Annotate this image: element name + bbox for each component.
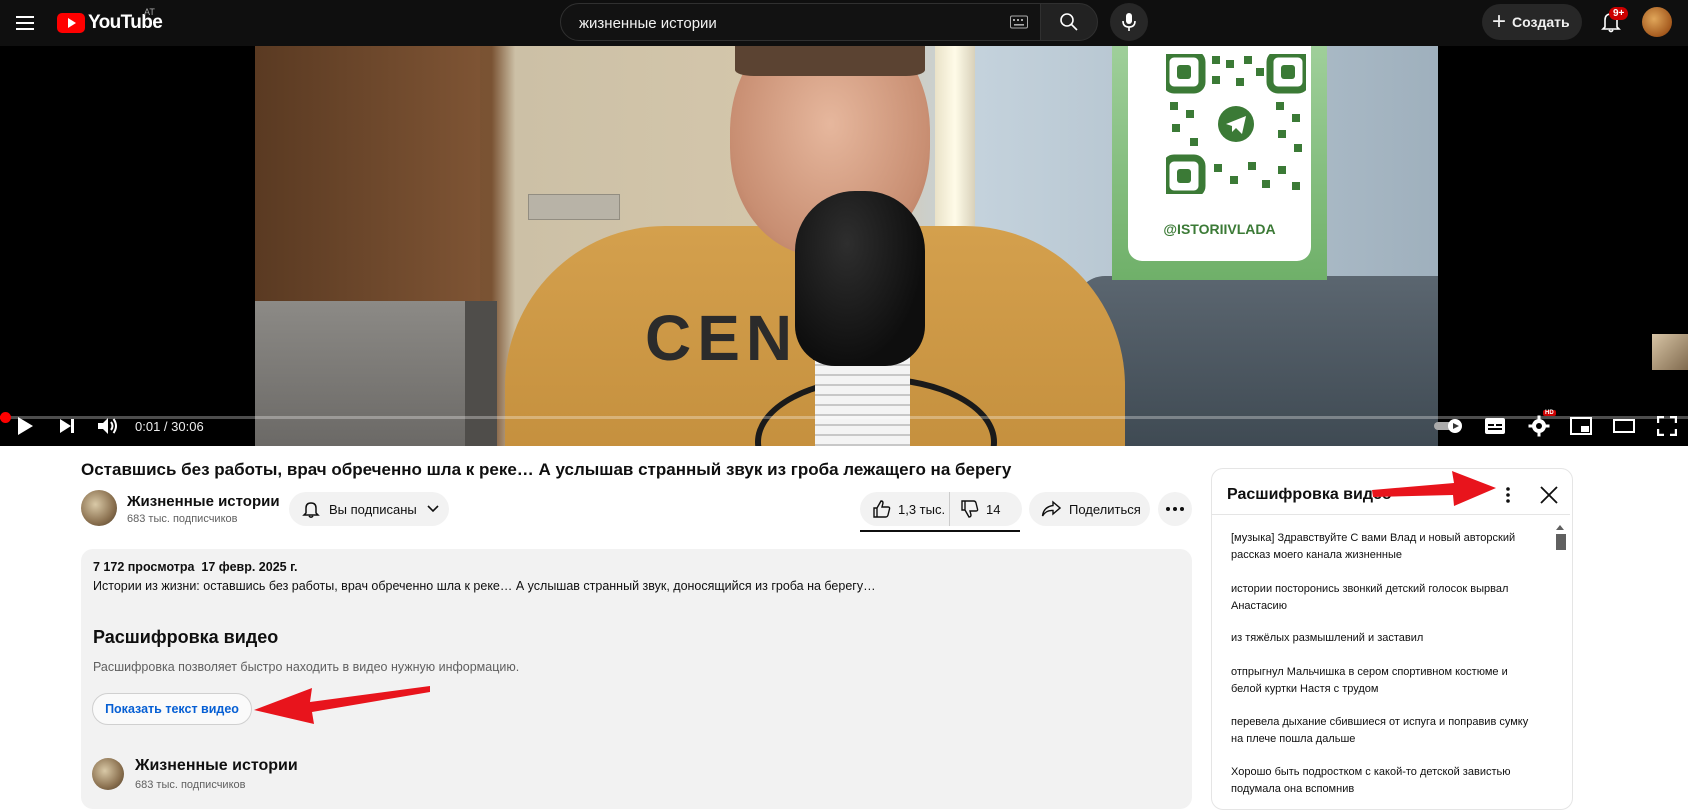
transcript-scrollbar[interactable]	[1556, 534, 1566, 550]
create-button[interactable]: + Создать	[1482, 4, 1582, 40]
microphone	[795, 191, 925, 366]
youtube-logo-icon	[57, 13, 85, 33]
share-icon	[1041, 500, 1061, 517]
thumbs-down-icon	[961, 500, 979, 518]
share-button[interactable]: Поделиться	[1029, 492, 1150, 526]
keyboard-icon[interactable]	[1010, 15, 1028, 29]
more-vert-icon[interactable]	[1498, 482, 1518, 508]
video-frame: CENT @ISTORIIVLADA	[255, 46, 1438, 446]
search-button[interactable]	[1040, 3, 1098, 41]
transcript-divider	[1212, 514, 1570, 515]
channel-avatar[interactable]	[81, 490, 117, 526]
dislike-count: 14	[986, 501, 1001, 517]
plus-icon: +	[1492, 8, 1507, 35]
account-avatar[interactable]	[1642, 7, 1672, 37]
voice-search-button[interactable]	[1110, 3, 1148, 41]
play-button[interactable]	[12, 413, 38, 439]
description-text: Истории из жизни: оставшись без работы, …	[93, 579, 876, 593]
end-screen-thumbnail[interactable]	[1652, 334, 1688, 370]
top-bar: YouTube AT + Создать 9+	[0, 0, 1688, 46]
transcript-line[interactable]: истории посторонись звонкий детский голо…	[1231, 581, 1541, 615]
like-dislike-group: 1,3 тыс. 14	[860, 492, 1022, 526]
subscribed-label: Вы подписаны	[329, 501, 417, 517]
transcript-line[interactable]: Хорошо быть подростком с какой-то детско…	[1231, 764, 1541, 798]
miniplayer-button[interactable]	[1568, 413, 1594, 439]
like-ratio-bar	[860, 530, 1020, 532]
theater-mode-button[interactable]	[1611, 413, 1637, 439]
menu-icon[interactable]	[14, 11, 38, 35]
notification-badge: 9+	[1609, 7, 1629, 20]
transcript-line[interactable]: отпрыгнул Мальчишка в сером спортивном к…	[1231, 664, 1541, 698]
next-icon	[60, 419, 74, 433]
time-display: 0:01 / 30:06	[135, 419, 204, 434]
miniplayer-icon	[1570, 417, 1592, 435]
share-label: Поделиться	[1069, 501, 1141, 517]
progress-scrubber[interactable]	[0, 412, 11, 423]
thumbs-up-icon	[873, 500, 891, 518]
description-channel-subs: 683 тыс. подписчиков	[135, 779, 246, 791]
transcript-section-subtext: Расшифровка позволяет быстро находить в …	[93, 660, 520, 674]
video-title: Оставшись без работы, врач обреченно шла…	[81, 460, 1012, 479]
next-button[interactable]	[54, 413, 80, 439]
channel-subscriber-count: 683 тыс. подписчиков	[127, 513, 238, 525]
play-icon	[18, 417, 33, 435]
settings-button[interactable]	[1526, 413, 1552, 439]
country-code: AT	[144, 7, 155, 17]
transcript-line[interactable]: [музыка] Здравствуйте С вами Влад и новы…	[1231, 530, 1541, 564]
create-label: Создать	[1512, 14, 1570, 30]
overlay-handle: @ISTORIIVLADA	[1163, 221, 1276, 237]
transcript-section-heading: Расшифровка видео	[93, 627, 279, 647]
video-player[interactable]: CENT @ISTORIIVLADA	[0, 46, 1688, 446]
description-channel-name[interactable]: Жизненные истории	[135, 757, 298, 775]
more-actions-button[interactable]	[1158, 492, 1192, 526]
like-button[interactable]: 1,3 тыс.	[860, 492, 950, 526]
fullscreen-button[interactable]	[1654, 413, 1680, 439]
view-count-and-date: 7 172 просмотра 17 февр. 2025 г.	[93, 560, 298, 574]
subtitles-icon	[1485, 418, 1505, 434]
autoplay-toggle[interactable]	[1433, 413, 1465, 439]
dislike-button[interactable]: 14	[950, 499, 1000, 519]
qr-code-icon	[1166, 54, 1306, 194]
hd-badge: HD	[1543, 410, 1556, 416]
scroll-up-arrow[interactable]	[1556, 525, 1564, 530]
like-count: 1,3 тыс.	[898, 501, 946, 517]
qr-overlay: @ISTORIIVLADA	[1112, 46, 1327, 280]
more-horiz-icon	[1166, 507, 1184, 511]
transcript-line[interactable]: перевела дыхание сбившиеся от испуга и п…	[1231, 714, 1541, 748]
show-transcript-button[interactable]: Показать текст видео	[92, 693, 252, 725]
search-box	[560, 3, 1041, 42]
fullscreen-icon	[1657, 416, 1677, 436]
description-channel-avatar[interactable]	[92, 758, 124, 790]
chevron-down-icon	[427, 505, 439, 513]
bell-ring-icon	[302, 502, 320, 518]
close-icon[interactable]	[1536, 482, 1562, 508]
volume-icon	[98, 418, 117, 434]
mic-icon	[1122, 13, 1136, 31]
transcript-panel-title: Расшифровка видео	[1227, 486, 1392, 503]
theater-icon	[1613, 419, 1635, 433]
subtitles-button[interactable]	[1482, 413, 1508, 439]
subscribed-button[interactable]: Вы подписаны	[289, 492, 449, 526]
settings-icon	[1528, 415, 1550, 437]
search-icon	[1060, 13, 1078, 31]
channel-name[interactable]: Жизненные истории	[127, 493, 280, 510]
autoplay-toggle-icon	[1434, 419, 1462, 433]
mute-button[interactable]	[95, 413, 121, 439]
transcript-line[interactable]: из тяжёлых размышлений и заставил	[1231, 630, 1541, 647]
search-input[interactable]	[577, 4, 981, 42]
